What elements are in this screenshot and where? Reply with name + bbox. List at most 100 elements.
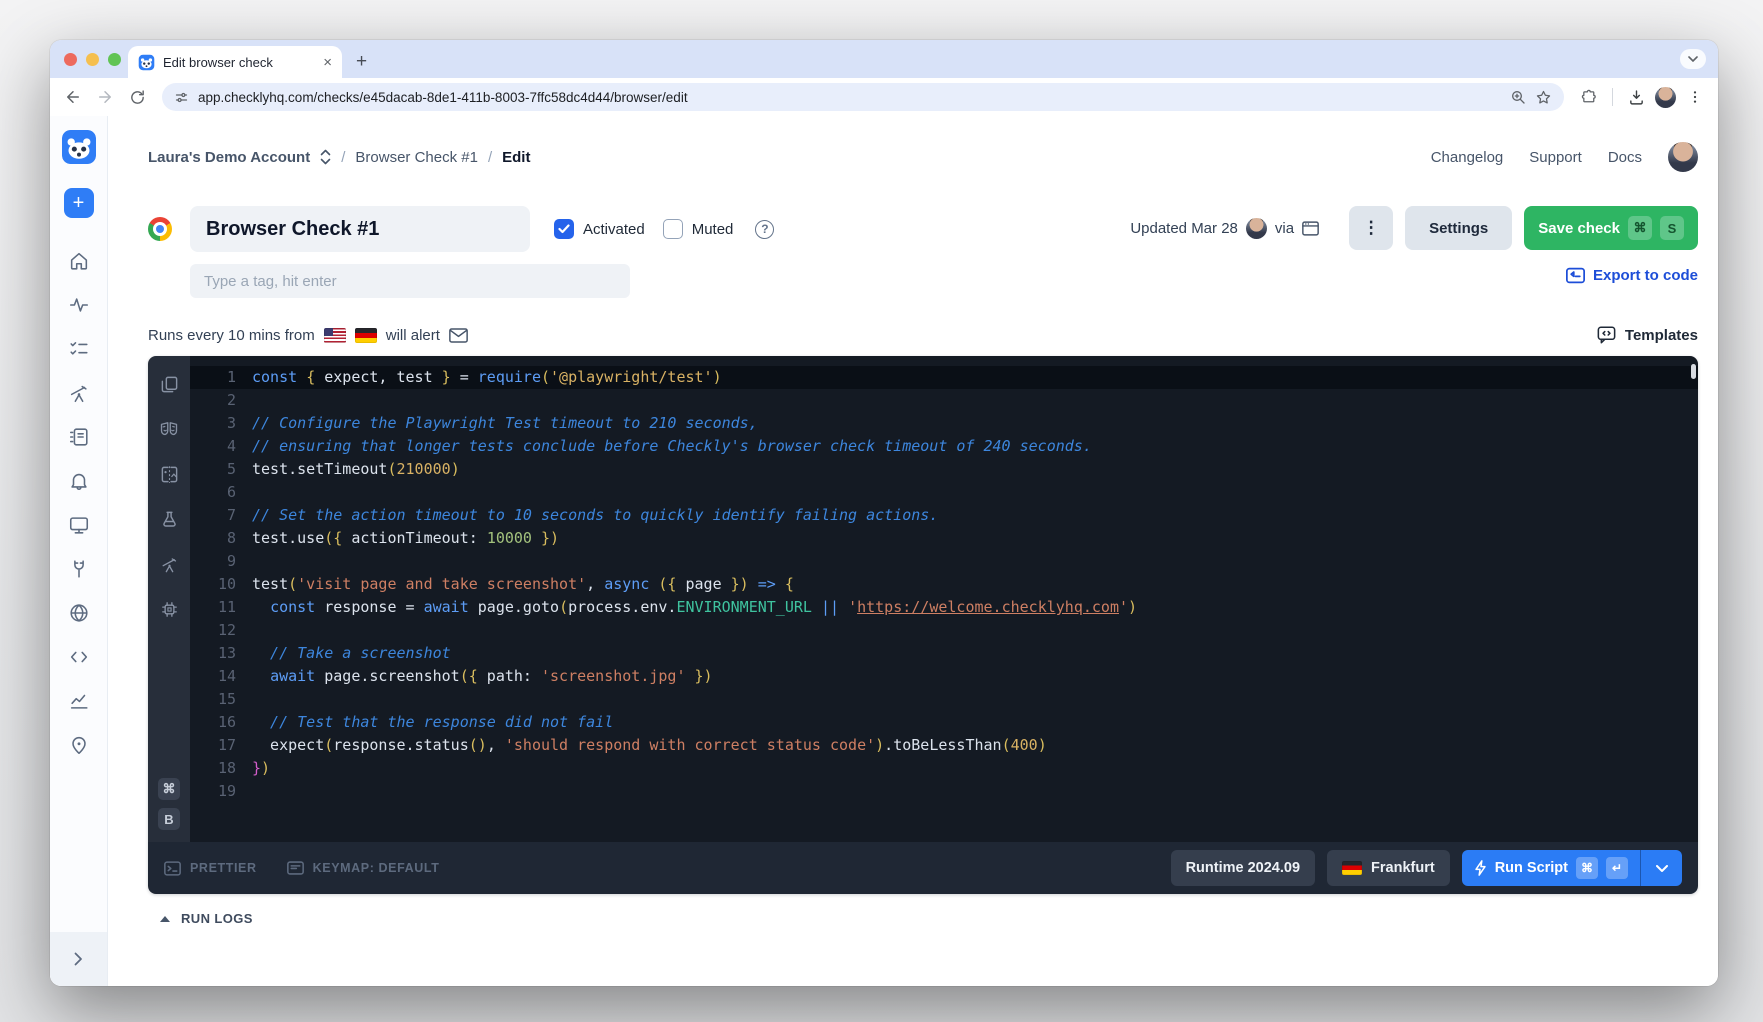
export-to-code-link[interactable]: Export to code bbox=[1566, 267, 1698, 284]
url-bar[interactable]: app.checklyhq.com/checks/e45dacab-8de1-4… bbox=[162, 83, 1564, 111]
editor-footer: PRETTIER KEYMAP: DEFAULT Runtime 2024.09… bbox=[148, 842, 1698, 894]
code-line[interactable]: 16 // Test that the response did not fai… bbox=[190, 711, 1698, 734]
code-line[interactable]: 9 bbox=[190, 550, 1698, 573]
muted-checkbox[interactable] bbox=[663, 219, 683, 239]
activated-checkbox[interactable] bbox=[554, 219, 574, 239]
tab-search-button[interactable] bbox=[1680, 49, 1706, 69]
screenshot-compare-icon[interactable] bbox=[159, 464, 179, 484]
code-line[interactable]: 7// Set the action timeout to 10 seconds… bbox=[190, 504, 1698, 527]
tag-input[interactable] bbox=[190, 264, 630, 298]
new-tab-button[interactable]: + bbox=[356, 52, 367, 71]
region-selector[interactable]: Frankfurt bbox=[1327, 850, 1450, 886]
code-line[interactable]: 8test.use({ actionTimeout: 10000 }) bbox=[190, 527, 1698, 550]
save-check-button[interactable]: Save check ⌘ S bbox=[1524, 206, 1698, 250]
run-script-button[interactable]: Run Script ⌘ ↵ bbox=[1462, 850, 1640, 886]
sidebar-item-activity[interactable] bbox=[68, 294, 90, 316]
globe-icon bbox=[68, 602, 90, 624]
test-flask-icon[interactable] bbox=[159, 509, 179, 529]
keymap-selector[interactable]: KEYMAP: DEFAULT bbox=[287, 861, 440, 875]
code-line[interactable]: 2 bbox=[190, 389, 1698, 412]
home-icon bbox=[68, 250, 90, 272]
code-line[interactable]: 18}) bbox=[190, 757, 1698, 780]
editor-scrollbar[interactable] bbox=[1691, 364, 1696, 379]
runtime-chip-icon[interactable] bbox=[159, 599, 179, 619]
code-line[interactable]: 10test('visit page and take screenshot',… bbox=[190, 573, 1698, 596]
more-options-button[interactable]: ⋮ bbox=[1349, 206, 1393, 250]
map-pin-icon bbox=[68, 734, 90, 756]
code-line[interactable]: 17 expect(response.status(), 'should res… bbox=[190, 734, 1698, 757]
url-text[interactable]: app.checklyhq.com/checks/e45dacab-8de1-4… bbox=[198, 90, 1501, 105]
checkly-logo[interactable] bbox=[62, 130, 96, 164]
prettier-toggle[interactable]: PRETTIER bbox=[164, 861, 257, 876]
docs-link[interactable]: Docs bbox=[1608, 149, 1642, 166]
breadcrumb: Laura's Demo Account / Browser Check #1 … bbox=[148, 149, 530, 166]
changelog-link[interactable]: Changelog bbox=[1431, 149, 1504, 166]
user-avatar[interactable] bbox=[1668, 142, 1698, 172]
sidebar-expand-button[interactable] bbox=[50, 932, 107, 986]
schedule-suffix: will alert bbox=[386, 327, 440, 344]
tab-close-icon[interactable]: × bbox=[323, 54, 332, 71]
back-button[interactable] bbox=[60, 84, 86, 110]
run-logs-toggle[interactable]: RUN LOGS bbox=[160, 911, 1698, 926]
code-area[interactable]: 1const { expect, test } = require('@play… bbox=[190, 356, 1698, 842]
code-line[interactable]: 3// Configure the Playwright Test timeou… bbox=[190, 412, 1698, 435]
sidebar-item-locations[interactable] bbox=[68, 734, 90, 756]
sidebar-item-network[interactable] bbox=[68, 602, 90, 624]
minimize-window-button[interactable] bbox=[86, 53, 99, 66]
playwright-masks-icon[interactable] bbox=[159, 419, 179, 439]
code-line[interactable]: 4// ensuring that longer tests conclude … bbox=[190, 435, 1698, 458]
sidebar-item-alerts[interactable] bbox=[68, 470, 90, 492]
downloads-icon[interactable] bbox=[1623, 84, 1649, 110]
code-line[interactable]: 19 bbox=[190, 780, 1698, 803]
app-sidebar: + bbox=[50, 116, 108, 986]
code-line[interactable]: 1const { expect, test } = require('@play… bbox=[190, 366, 1698, 389]
bookmark-star-icon[interactable] bbox=[1535, 89, 1552, 106]
code-line[interactable]: 12 bbox=[190, 619, 1698, 642]
runtime-label: Runtime 2024.09 bbox=[1186, 860, 1300, 876]
sidebar-item-checks[interactable] bbox=[68, 338, 90, 360]
extensions-icon[interactable] bbox=[1576, 84, 1602, 110]
chevron-down-icon bbox=[1656, 865, 1668, 872]
browser-toolbar: app.checklyhq.com/checks/e45dacab-8de1-4… bbox=[50, 78, 1718, 116]
account-switcher-icon[interactable] bbox=[320, 149, 331, 165]
browser-tab[interactable]: Edit browser check × bbox=[128, 46, 342, 78]
runtime-selector[interactable]: Runtime 2024.09 bbox=[1171, 850, 1315, 886]
rail-telescope-icon[interactable] bbox=[159, 554, 179, 574]
top-nav-links: Changelog Support Docs bbox=[1431, 142, 1698, 172]
browser-profile-avatar[interactable] bbox=[1655, 87, 1676, 108]
code-line[interactable]: 11 const response = await page.goto(proc… bbox=[190, 596, 1698, 619]
sidebar-item-snippets[interactable] bbox=[68, 646, 90, 668]
breadcrumb-account[interactable]: Laura's Demo Account bbox=[148, 149, 310, 166]
save-check-label: Save check bbox=[1538, 220, 1620, 237]
create-new-button[interactable]: + bbox=[64, 188, 94, 218]
help-icon[interactable]: ? bbox=[755, 220, 774, 239]
breadcrumb-check[interactable]: Browser Check #1 bbox=[355, 149, 478, 166]
sidebar-item-maintenance[interactable] bbox=[68, 558, 90, 580]
code-line[interactable]: 6 bbox=[190, 481, 1698, 504]
dependencies-files-icon[interactable] bbox=[159, 374, 179, 394]
site-info-icon[interactable] bbox=[174, 90, 189, 105]
sidebar-item-explore[interactable] bbox=[68, 382, 90, 404]
code-line[interactable]: 15 bbox=[190, 688, 1698, 711]
code-line[interactable]: 13 // Take a screenshot bbox=[190, 642, 1698, 665]
close-window-button[interactable] bbox=[64, 53, 77, 66]
code-line[interactable]: 5test.setTimeout(210000) bbox=[190, 458, 1698, 481]
b-badge: B bbox=[158, 808, 180, 830]
activated-label: Activated bbox=[583, 221, 645, 238]
sidebar-item-analytics[interactable] bbox=[68, 690, 90, 712]
reload-button[interactable] bbox=[124, 84, 150, 110]
templates-button[interactable]: Templates bbox=[1597, 326, 1698, 344]
collapse-triangle-icon bbox=[160, 916, 170, 922]
fullscreen-window-button[interactable] bbox=[108, 53, 121, 66]
sidebar-item-home[interactable] bbox=[68, 250, 90, 272]
check-name-input[interactable] bbox=[190, 206, 530, 252]
forward-button[interactable] bbox=[92, 84, 118, 110]
zoom-icon[interactable] bbox=[1510, 89, 1526, 105]
support-link[interactable]: Support bbox=[1529, 149, 1582, 166]
settings-button[interactable]: Settings bbox=[1405, 206, 1512, 250]
sidebar-item-runbooks[interactable] bbox=[68, 426, 90, 448]
browser-menu-icon[interactable] bbox=[1682, 84, 1708, 110]
run-options-button[interactable] bbox=[1640, 850, 1682, 886]
code-line[interactable]: 14 await page.screenshot({ path: 'screen… bbox=[190, 665, 1698, 688]
sidebar-item-dashboards[interactable] bbox=[68, 514, 90, 536]
